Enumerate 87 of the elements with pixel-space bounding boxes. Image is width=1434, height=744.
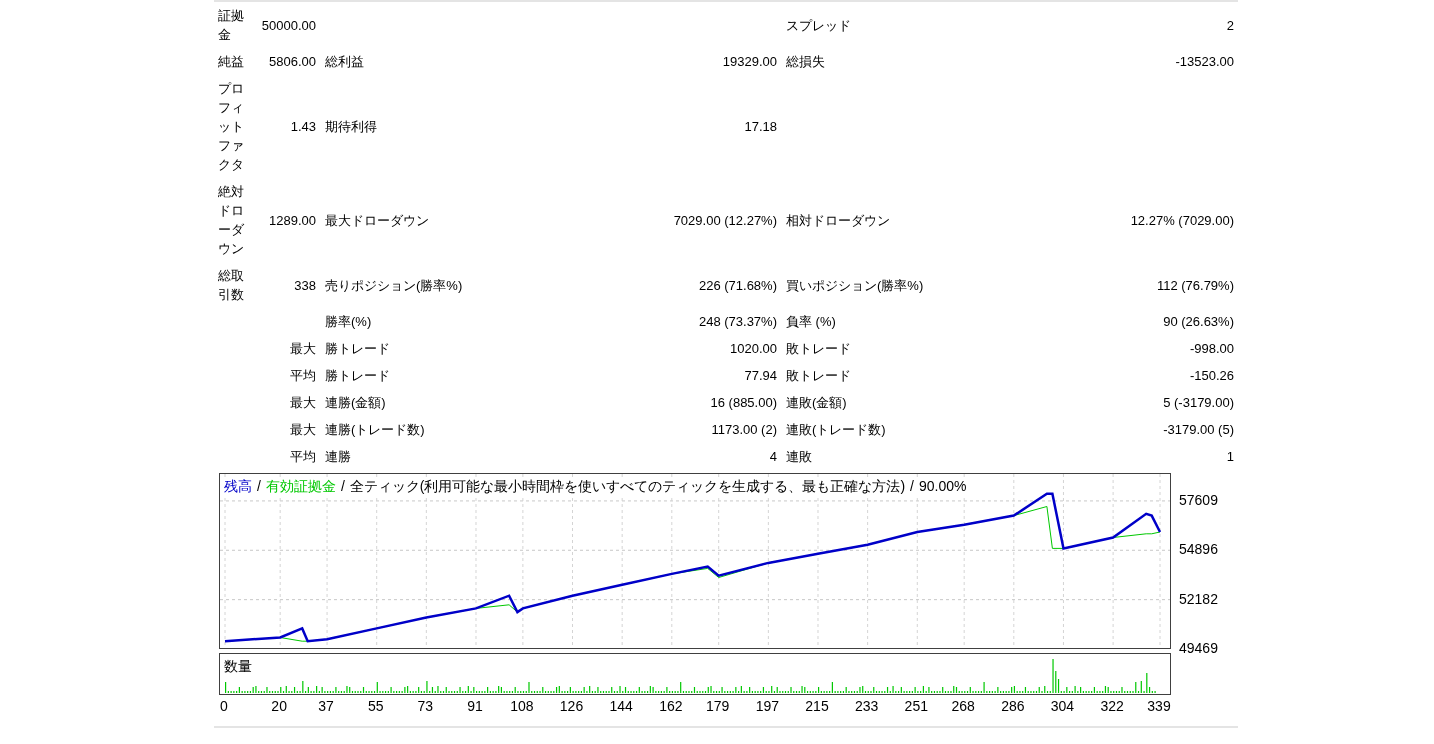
row-label: 勝トレード — [325, 368, 390, 383]
row-value: 12.27% (7029.00) — [1130, 212, 1234, 228]
row-value: -998.00 — [1189, 341, 1234, 356]
legend-label: 有効証拠金 — [265, 477, 336, 495]
row-value: -150.26 — [1189, 368, 1234, 383]
x-tick-label: 251 — [904, 698, 928, 714]
row-label: 敗トレード — [786, 341, 851, 356]
row-label: 連敗 — [786, 449, 812, 464]
row-value: 77.94 — [744, 368, 777, 383]
row-label: 勝率(%) — [325, 314, 372, 329]
row-value: 1289.00 — [269, 212, 316, 228]
row-label: 総利益 — [325, 54, 364, 69]
row-value: 最大 — [290, 422, 316, 437]
row-value: 19329.00 — [722, 54, 777, 69]
row-value: 5 (-3179.00) — [1163, 395, 1234, 410]
row-label: 総損失 — [786, 54, 825, 69]
x-tick-label: 197 — [755, 698, 779, 714]
row-value: 7029.00 (12.27%) — [673, 212, 777, 228]
row-value: 112 (76.79%) — [1156, 277, 1234, 293]
x-tick-label: 268 — [951, 698, 975, 714]
y-tick-label: 49469 — [1179, 640, 1218, 656]
row-label: 連敗(金額) — [786, 395, 847, 410]
row-value: -13523.00 — [1175, 54, 1234, 69]
row-label: 証拠金 — [218, 7, 245, 44]
x-tick-label: 322 — [1100, 698, 1124, 714]
row-label: 勝トレード — [325, 341, 390, 356]
row-value: 最大 — [290, 341, 316, 356]
row-value: 5806.00 — [269, 54, 316, 69]
x-tick-label: 126 — [559, 698, 584, 714]
row-value: 1.43 — [290, 119, 316, 134]
row-value: 1020.00 — [730, 341, 777, 356]
row-value: 16 (885.00) — [710, 395, 777, 410]
x-tick-label: 37 — [318, 698, 334, 714]
x-tick-label: 215 — [805, 698, 829, 714]
row-value: 1173.00 (2) — [711, 422, 777, 437]
quality-label: 90.00% — [919, 477, 967, 495]
y-tick-label: 57609 — [1179, 491, 1218, 508]
row-label: 絶対ドローダウン — [218, 183, 245, 258]
x-tick-label: 91 — [467, 698, 483, 714]
legend-label: 残高 — [224, 477, 252, 495]
row-value: 338 — [294, 277, 316, 293]
row-label: 敗トレード — [786, 368, 851, 383]
row-label: 相対ドローダウン — [786, 212, 890, 228]
x-tick-label: 0 — [220, 698, 228, 714]
row-value: 4 — [769, 449, 777, 464]
x-tick-label: 144 — [609, 698, 633, 714]
y-tick-label: 54896 — [1179, 541, 1218, 558]
row-label: 総取引数 — [218, 267, 245, 304]
row-value: 17.18 — [744, 119, 777, 134]
x-tick-label: 339 — [1147, 698, 1171, 714]
legend-separator: / — [340, 477, 345, 495]
row-value: 226 (71.68%) — [698, 277, 777, 293]
volume-label: 数量 — [224, 657, 252, 675]
x-tick-label: 304 — [1050, 698, 1075, 714]
row-label: 負率 (%) — [786, 314, 836, 329]
x-tick-label: 162 — [659, 698, 683, 714]
x-tick-label: 233 — [854, 698, 879, 714]
row-label: 売りポジション(勝率%) — [325, 277, 463, 293]
x-tick-label: 55 — [367, 698, 384, 714]
x-tick-label: 73 — [417, 698, 434, 714]
row-value: 平均 — [290, 368, 316, 383]
row-value: 90 (26.63%) — [1163, 314, 1234, 329]
row-label: プロフィットファクタ — [218, 80, 245, 174]
legend-separator: / — [257, 477, 261, 495]
row-value: -3179.00 (5) — [1163, 422, 1234, 437]
row-label: 連勝(金額) — [325, 395, 386, 410]
row-label: 純益 — [218, 53, 245, 71]
legend-separator: / — [910, 477, 914, 495]
row-label: 期待利得 — [325, 119, 377, 134]
model-label: 全ティック(利用可能な最小時間枠を使いすべてのティックを生成する、最も正確な方法) — [349, 477, 906, 495]
row-value: 平均 — [290, 449, 316, 464]
row-value: 最大 — [290, 395, 316, 410]
row-label: 連勝 — [325, 449, 351, 464]
row-label: 連敗(トレード数) — [786, 422, 886, 437]
row-label: 連勝(トレード数) — [325, 422, 425, 437]
row-value: 1 — [1226, 449, 1234, 464]
row-label: スプレッド — [786, 17, 851, 33]
row-value: 50000.00 — [261, 17, 316, 33]
x-tick-label: 179 — [706, 698, 730, 714]
x-tick-label: 286 — [1001, 698, 1025, 714]
row-label: 買いポジション(勝率%) — [786, 277, 924, 293]
row-value: 248 (73.37%) — [698, 314, 777, 329]
row-label: 最大ドローダウン — [325, 212, 429, 228]
x-tick-label: 108 — [510, 698, 534, 714]
y-tick-label: 52182 — [1179, 590, 1218, 607]
row-value: 2 — [1226, 17, 1234, 33]
x-tick-label: 20 — [271, 698, 287, 714]
